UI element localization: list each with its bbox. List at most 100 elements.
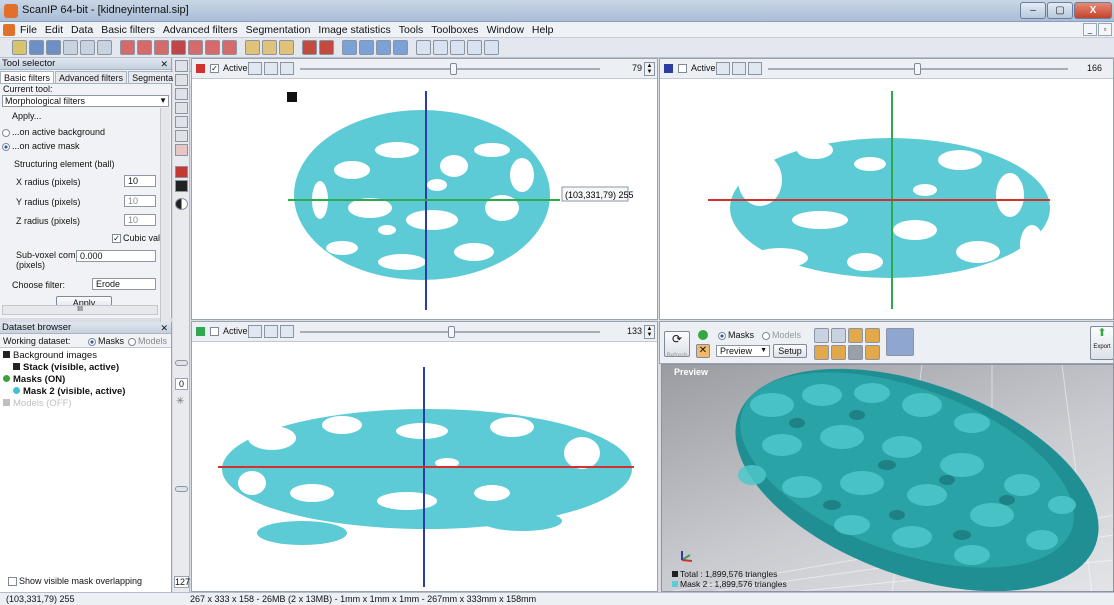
filter-tool-2-icon[interactable]: [137, 40, 152, 55]
undo-icon[interactable]: [63, 40, 78, 55]
flip-h-icon[interactable]: [716, 62, 730, 75]
active-checkbox[interactable]: [678, 64, 687, 73]
play-icon[interactable]: [319, 40, 334, 55]
slice-view[interactable]: [192, 343, 658, 591]
viewport-bottom-left[interactable]: Active 133 ▲ ▼: [191, 321, 658, 592]
dataset-tree-item[interactable]: Stack (visible, active): [0, 362, 171, 374]
mdi-minimize-icon[interactable]: _: [1083, 23, 1097, 36]
menu-image-statistics[interactable]: Image statistics: [318, 24, 390, 36]
slider-handle-bottom[interactable]: [175, 486, 188, 492]
view-layout-icon[interactable]: [484, 40, 499, 55]
filter-tool-3-icon[interactable]: [154, 40, 169, 55]
setup-button[interactable]: Setup: [773, 344, 807, 358]
viewport-top-left[interactable]: ✓ Active 79 ▲ ▼ (103,331,79) 255: [191, 58, 658, 320]
text-icon[interactable]: [831, 345, 846, 360]
menu-tools[interactable]: Tools: [399, 24, 424, 36]
fit-icon[interactable]: [748, 62, 762, 75]
view-single-icon[interactable]: [416, 40, 431, 55]
menu-toolboxes[interactable]: Toolboxes: [431, 24, 478, 36]
slice-slider-thumb[interactable]: [448, 326, 455, 338]
view-tool-3-icon[interactable]: [175, 88, 188, 100]
red-mask-icon[interactable]: [175, 166, 188, 178]
zoom-icon[interactable]: [97, 40, 112, 55]
dataset-tree-item[interactable]: Background images: [0, 350, 171, 362]
y-radius-input[interactable]: 10: [124, 195, 156, 207]
slice-number[interactable]: 133: [604, 326, 642, 336]
menu-basic-filters[interactable]: Basic filters: [101, 24, 155, 36]
active-checkbox[interactable]: [210, 327, 219, 336]
view-tool-1-icon[interactable]: [175, 60, 188, 72]
flip-v-icon[interactable]: [732, 62, 746, 75]
apply-mask-radio[interactable]: ...on active mask: [2, 141, 80, 151]
render-icon[interactable]: [814, 345, 829, 360]
filter-tool-7-icon[interactable]: [222, 40, 237, 55]
view-tool-7-icon[interactable]: [175, 144, 188, 156]
slice-view[interactable]: (103,331,79) 255: [192, 80, 658, 320]
black-mask-icon[interactable]: [175, 180, 188, 192]
mesh-export-icon[interactable]: [886, 328, 914, 356]
new-project-icon[interactable]: [12, 40, 27, 55]
threshold-icon[interactable]: [262, 40, 277, 55]
tab-advanced-filters[interactable]: Advanced filters: [55, 71, 128, 83]
dataset-tree-item[interactable]: Mask 2 (visible, active): [0, 386, 171, 398]
flip-h-icon[interactable]: [248, 62, 262, 75]
contrast-icon[interactable]: [175, 198, 188, 210]
refresh-button[interactable]: ⟳ Refresh: [664, 331, 690, 359]
menu-data[interactable]: Data: [71, 24, 93, 36]
show-overlap-checkbox[interactable]: Show visible mask overlapping: [8, 576, 142, 587]
sun-icon[interactable]: ✳: [176, 396, 184, 407]
preview-models-radio[interactable]: Models: [762, 330, 801, 340]
light-icon[interactable]: [848, 328, 863, 343]
record-icon[interactable]: [302, 40, 317, 55]
view-tool-4-icon[interactable]: [175, 102, 188, 114]
dataset-tree-item[interactable]: Masks (ON): [0, 374, 171, 386]
slice-number[interactable]: 166: [1070, 63, 1102, 73]
slice-number[interactable]: 79: [604, 63, 642, 73]
flip-h-icon[interactable]: [248, 325, 262, 338]
preview-masks-radio[interactable]: Masks: [718, 330, 754, 340]
app-menu-icon[interactable]: [3, 24, 15, 36]
chart-icon[interactable]: [359, 40, 374, 55]
view-3d-icon[interactable]: [467, 40, 482, 55]
subvoxel-input[interactable]: 0.000: [76, 250, 156, 262]
close-button[interactable]: X: [1074, 2, 1112, 19]
minimize-button[interactable]: –: [1020, 2, 1046, 19]
menu-advanced-filters[interactable]: Advanced filters: [163, 24, 238, 36]
slice-slider-thumb[interactable]: [450, 63, 457, 75]
preview-3d-view[interactable]: Preview Total: 1,899,576 triangles Mask…: [661, 364, 1114, 592]
axes-icon[interactable]: [865, 345, 880, 360]
line-profile-icon[interactable]: [376, 40, 391, 55]
z-radius-input[interactable]: 10: [124, 214, 156, 226]
flip-v-icon[interactable]: [264, 62, 278, 75]
current-tool-select[interactable]: Morphological filters ▼: [2, 95, 169, 107]
dataset-tree-item[interactable]: Models (OFF): [0, 398, 171, 410]
close-panel-icon[interactable]: ✕: [160, 58, 168, 70]
models-radio[interactable]: Models: [128, 336, 167, 346]
view-split-icon[interactable]: [433, 40, 448, 55]
apply-background-radio[interactable]: ...on active background: [2, 127, 105, 137]
slice-spin-icon[interactable]: ▲ ▼: [644, 325, 655, 339]
flip-v-icon[interactable]: [264, 325, 278, 338]
tool-options-scrollbar[interactable]: [160, 108, 170, 338]
view-tool-5-icon[interactable]: [175, 116, 188, 128]
filter-tool-5-icon[interactable]: [188, 40, 203, 55]
filter-tool-4-icon[interactable]: [171, 40, 186, 55]
slice-slider-thumb[interactable]: [914, 63, 921, 75]
cubic-checkbox[interactable]: ✓ Cubic valu: [112, 233, 165, 244]
flood-fill-icon[interactable]: [279, 40, 294, 55]
active-checkbox[interactable]: ✓: [210, 64, 219, 73]
export-button[interactable]: ⬆ Export: [1090, 326, 1113, 360]
paint-icon[interactable]: [245, 40, 260, 55]
menu-segmentation[interactable]: Segmentation: [246, 24, 311, 36]
slice-spin-icon[interactable]: ▲ ▼: [644, 62, 655, 76]
pan-icon[interactable]: [831, 328, 846, 343]
maximize-button[interactable]: ▢: [1047, 2, 1073, 19]
slider-handle-top[interactable]: [175, 360, 188, 366]
filter-tool-6-icon[interactable]: [205, 40, 220, 55]
tab-basic-filters[interactable]: Basic filters: [0, 71, 55, 83]
viewport-top-right[interactable]: Active 166: [659, 58, 1114, 320]
filter-select[interactable]: Erode: [92, 278, 156, 290]
save-icon[interactable]: [29, 40, 44, 55]
save-as-icon[interactable]: [46, 40, 61, 55]
menu-edit[interactable]: Edit: [45, 24, 63, 36]
